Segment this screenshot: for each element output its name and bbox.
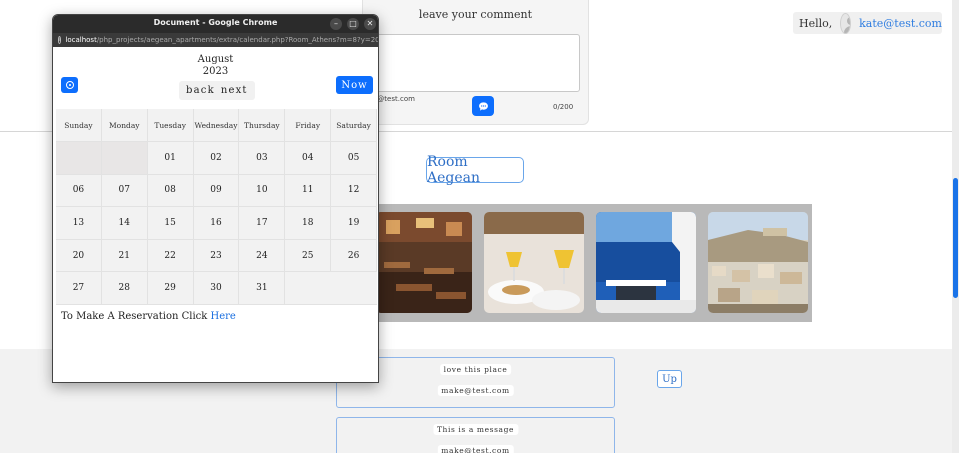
month-navigation: back next	[179, 81, 255, 100]
reservation-link[interactable]: Here	[211, 311, 236, 322]
calendar-day-cell[interactable]: 13	[56, 207, 102, 240]
weekday-header: Thursday	[239, 109, 286, 142]
calendar-day-cell[interactable]: 29	[147, 272, 194, 305]
calendar-day-cell[interactable]: 25	[285, 239, 332, 273]
calendar-year: 2023	[202, 66, 229, 77]
calendar-day-cell[interactable]: 12	[331, 174, 377, 208]
back-button[interactable]: back	[183, 85, 218, 96]
calendar-day-cell[interactable]: 07	[101, 174, 148, 208]
scrollbar-thumb[interactable]	[953, 178, 958, 298]
message-text: This is a message	[432, 424, 519, 435]
wine-dinner-photo[interactable]	[484, 212, 584, 313]
calendar-day-cell[interactable]: 17	[239, 207, 286, 240]
greeting-text: Hello,	[799, 16, 833, 30]
calendar-day-cell[interactable]: 03	[239, 142, 286, 175]
calendar-popup-window: Document - Google Chrome – □ ✕ i localho…	[52, 14, 379, 383]
calendar-day-cell[interactable]: 02	[193, 142, 240, 175]
comment-card: leave your comment e@test.com 0/200	[362, 0, 589, 125]
circle-dot-icon	[65, 81, 74, 89]
calendar-empty-cell	[101, 142, 148, 175]
calendar-day-cell[interactable]: 23	[193, 239, 240, 273]
calendar-day-cell[interactable]: 30	[193, 272, 240, 305]
calendar-month: August	[197, 54, 234, 65]
restaurant-photo[interactable]	[376, 212, 472, 313]
send-comment-button[interactable]	[472, 96, 494, 116]
calendar-day-cell[interactable]: 20	[56, 239, 102, 273]
weekday-header: Tuesday	[147, 109, 194, 142]
calendar-trailing-space	[285, 272, 377, 305]
user-avatar-icon[interactable]	[840, 12, 852, 34]
user-email-link[interactable]: kate@test.com	[859, 17, 942, 30]
address-bar[interactable]: i localhost/php_projects/aegean_apartmen…	[53, 33, 378, 47]
calendar-empty-cell	[56, 142, 102, 175]
calendar-day-cell[interactable]: 10	[239, 174, 286, 208]
comment-textarea[interactable]	[371, 34, 580, 92]
calendar-day-cell[interactable]: 22	[147, 239, 194, 273]
chat-bubble-icon	[478, 101, 488, 111]
calendar-day-cell[interactable]: 27	[56, 272, 102, 305]
close-icon[interactable]: ✕	[364, 18, 376, 30]
char-count: 0/200	[553, 103, 574, 111]
calendar-day-cell[interactable]: 19	[331, 207, 377, 240]
calendar-day-cell[interactable]: 01	[147, 142, 194, 175]
reservation-prompt: To Make A Reservation Click Here	[61, 311, 236, 322]
calendar-day-cell[interactable]: 16	[193, 207, 240, 240]
user-greeting: Hello, kate@test.com	[793, 12, 942, 34]
url-host: localhost	[65, 36, 97, 44]
weekday-header: Saturday	[331, 109, 377, 142]
calendar-day-cell[interactable]: 11	[285, 174, 332, 208]
calendar-day-cell[interactable]: 18	[285, 207, 332, 240]
calendar-day-cell[interactable]: 31	[239, 272, 286, 305]
now-button[interactable]: Now	[336, 76, 373, 94]
message-user: make@test.com	[437, 385, 514, 396]
weekday-header: Wednesday	[193, 109, 240, 142]
calendar-day-cell[interactable]: 26	[331, 239, 377, 273]
photo-gallery	[364, 204, 812, 322]
calendar-grid: Sunday Monday Tuesday Wednesday Thursday Frid…	[56, 109, 377, 305]
calendar-day-cell[interactable]: 14	[101, 207, 148, 240]
scroll-up-button[interactable]: Up	[657, 370, 682, 388]
calendar-day-cell[interactable]: 08	[147, 174, 194, 208]
calendar-day-cell[interactable]: 15	[147, 207, 194, 240]
next-button[interactable]: next	[218, 85, 251, 96]
url-path: /php_projects/aegean_apartments/extra/ca…	[96, 36, 378, 44]
comment-email: e@test.com	[373, 95, 415, 103]
calendar-day-cell[interactable]: 06	[56, 174, 102, 208]
weekday-header: Sunday	[56, 109, 102, 142]
message-card: This is a message make@test.com	[336, 417, 615, 453]
calendar-toggle-button[interactable]	[61, 77, 78, 93]
comment-title: leave your comment	[418, 8, 533, 21]
calendar-day-cell[interactable]: 21	[101, 239, 148, 273]
calendar-day-cell[interactable]: 09	[193, 174, 240, 208]
message-user: make@test.com	[437, 445, 514, 453]
reservation-text: To Make A Reservation Click	[61, 311, 208, 322]
minimize-icon[interactable]: –	[330, 18, 342, 30]
calendar-day-cell[interactable]: 05	[331, 142, 377, 175]
message-text: love this place	[439, 364, 512, 375]
calendar-day-cell[interactable]: 28	[101, 272, 148, 305]
room-title: Room Aegean	[426, 154, 524, 186]
weekday-header: Friday	[285, 109, 332, 142]
info-icon[interactable]: i	[58, 36, 62, 44]
maximize-icon[interactable]: □	[347, 18, 359, 30]
weekday-header: Monday	[101, 109, 148, 142]
window-titlebar[interactable]: Document - Google Chrome – □ ✕	[53, 15, 378, 33]
sea-view-photo[interactable]	[596, 212, 696, 313]
athens-city-photo[interactable]	[708, 212, 808, 313]
calendar-day-cell[interactable]: 24	[239, 239, 286, 273]
calendar-day-cell[interactable]: 04	[285, 142, 332, 175]
